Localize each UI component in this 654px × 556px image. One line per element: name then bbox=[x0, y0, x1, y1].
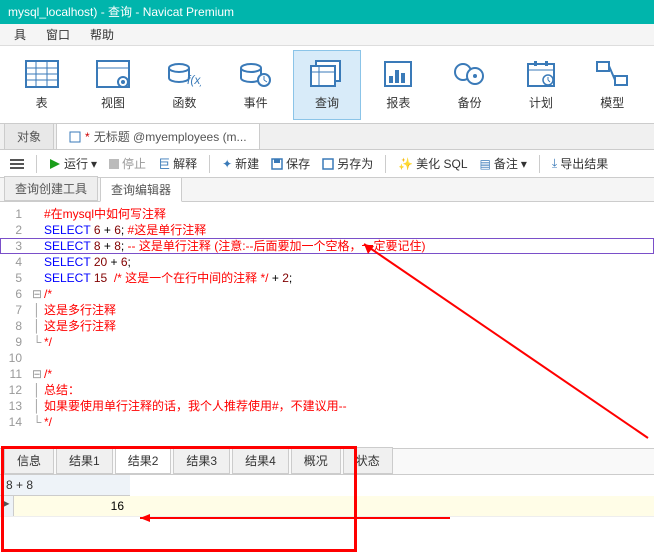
save-icon bbox=[271, 158, 283, 170]
query-icon bbox=[309, 58, 345, 90]
grid-header[interactable]: 8 + 8 bbox=[0, 475, 130, 496]
result-tabs: 信息 结果1 结果2 结果3 结果4 概况 状态 bbox=[0, 449, 654, 475]
ribbon-backup[interactable]: 备份 bbox=[436, 50, 503, 120]
ribbon-query-label: 查询 bbox=[315, 94, 339, 111]
ribbon-plan-label: 计划 bbox=[529, 94, 553, 111]
tab-objects[interactable]: 对象 bbox=[4, 123, 54, 149]
stop-button[interactable]: 停止 bbox=[105, 153, 150, 174]
event-icon bbox=[238, 58, 274, 90]
rtab-result4[interactable]: 结果4 bbox=[232, 447, 289, 474]
menu-icon[interactable] bbox=[6, 156, 28, 172]
report-icon bbox=[380, 58, 416, 90]
ribbon-event-label: 事件 bbox=[244, 94, 268, 111]
toolbar: 运行 ▾ 停止 巨解释 ✦新建 保存 另存为 ✨美化 SQL ▤备注 ▾ ⤓导出… bbox=[0, 150, 654, 178]
code-editor[interactable]: 1#在mysql中如何写注释 2SELECT 6 + 6; #这是单行注释 3S… bbox=[0, 202, 654, 430]
view-icon bbox=[95, 58, 131, 90]
explain-button[interactable]: 巨解释 bbox=[154, 153, 201, 174]
rtab-result1[interactable]: 结果1 bbox=[56, 447, 113, 474]
tab-query-label: 无标题 @myemployees (m... bbox=[94, 128, 247, 145]
menu-bar: 具 窗口 帮助 bbox=[0, 24, 654, 46]
title-bar: mysql_localhost) - 查询 - Navicat Premium bbox=[0, 0, 654, 24]
grid-row[interactable]: ▸ 16 bbox=[0, 496, 654, 517]
tab-query[interactable]: * 无标题 @myemployees (m... bbox=[56, 123, 260, 149]
ribbon-plan[interactable]: 计划 bbox=[507, 50, 574, 120]
ribbon: 表 视图 f(x) 函数 事件 查询 报表 备份 计划 模型 bbox=[0, 46, 654, 124]
menu-tools[interactable]: 具 bbox=[4, 26, 36, 43]
run-button[interactable]: 运行 ▾ bbox=[45, 153, 101, 174]
ribbon-backup-label: 备份 bbox=[458, 94, 482, 111]
subtab-builder[interactable]: 查询创建工具 bbox=[4, 176, 98, 201]
menu-window[interactable]: 窗口 bbox=[36, 26, 80, 43]
ribbon-table-label: 表 bbox=[36, 94, 48, 111]
rtab-info[interactable]: 信息 bbox=[4, 447, 54, 474]
model-icon bbox=[594, 58, 630, 90]
function-icon: f(x) bbox=[166, 58, 202, 90]
saveas-icon bbox=[322, 158, 334, 170]
table-icon bbox=[24, 58, 60, 90]
save-button[interactable]: 保存 bbox=[267, 153, 314, 174]
menu-help[interactable]: 帮助 bbox=[80, 26, 124, 43]
ribbon-report-label: 报表 bbox=[386, 94, 410, 111]
new-button[interactable]: ✦新建 bbox=[218, 153, 263, 174]
row-caret-icon: ▸ bbox=[0, 496, 14, 516]
backup-icon bbox=[452, 58, 488, 90]
ribbon-report[interactable]: 报表 bbox=[365, 50, 432, 120]
ribbon-event[interactable]: 事件 bbox=[222, 50, 289, 120]
result-panel: 信息 结果1 结果2 结果3 结果4 概况 状态 8 + 8 ▸ 16 bbox=[0, 448, 654, 556]
editor-subtabs: 查询创建工具 查询编辑器 bbox=[0, 178, 654, 202]
export-button[interactable]: ⤓导出结果 bbox=[548, 153, 612, 174]
grid-cell[interactable]: 16 bbox=[14, 496, 130, 516]
ribbon-func[interactable]: f(x) 函数 bbox=[151, 50, 218, 120]
stop-icon bbox=[109, 159, 119, 169]
rtab-status[interactable]: 状态 bbox=[343, 447, 393, 474]
plan-icon bbox=[523, 58, 559, 90]
ribbon-model[interactable]: 模型 bbox=[579, 50, 646, 120]
ribbon-model-label: 模型 bbox=[600, 94, 624, 111]
ribbon-view[interactable]: 视图 bbox=[79, 50, 146, 120]
ribbon-query[interactable]: 查询 bbox=[293, 50, 360, 120]
note-button[interactable]: ▤备注 ▾ bbox=[476, 153, 531, 174]
play-icon bbox=[49, 158, 61, 170]
beautify-button[interactable]: ✨美化 SQL bbox=[394, 153, 471, 174]
ribbon-func-label: 函数 bbox=[172, 94, 196, 111]
query-tab-icon bbox=[69, 131, 81, 143]
subtab-editor[interactable]: 查询编辑器 bbox=[100, 177, 182, 202]
svg-text:f(x): f(x) bbox=[187, 73, 201, 87]
rtab-summary[interactable]: 概况 bbox=[291, 447, 341, 474]
rtab-result3[interactable]: 结果3 bbox=[173, 447, 230, 474]
result-grid[interactable]: 8 + 8 ▸ 16 bbox=[0, 475, 654, 517]
ribbon-view-label: 视图 bbox=[101, 94, 125, 111]
rtab-result2[interactable]: 结果2 bbox=[115, 447, 172, 474]
document-tabs: 对象 * 无标题 @myemployees (m... bbox=[0, 124, 654, 150]
saveas-button[interactable]: 另存为 bbox=[318, 153, 377, 174]
ribbon-table[interactable]: 表 bbox=[8, 50, 75, 120]
